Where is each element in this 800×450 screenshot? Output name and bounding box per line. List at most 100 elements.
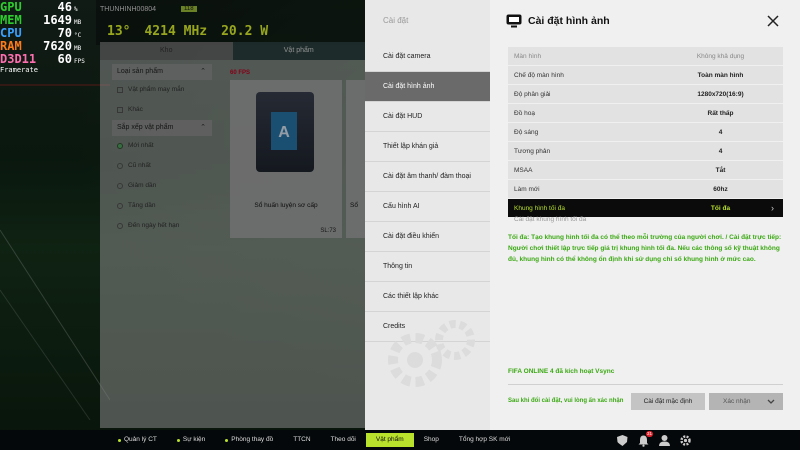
game-screen: GPU 46 % MEM 1649 MB CPU 70 °C RAM 7620 … xyxy=(0,0,800,450)
setting-row-graphics[interactable]: Đồ hoạ Rất thấp xyxy=(508,104,783,122)
setting-row-max-framerate[interactable]: Khung hình tối đa Tối đa › xyxy=(508,199,783,217)
stat-value: 60 xyxy=(57,52,72,66)
menu-item-graphics[interactable]: Cài đặt hình ảnh xyxy=(365,72,490,102)
setting-value: Không khả dụng xyxy=(696,52,745,60)
nav-item-events[interactable]: Sự kiện xyxy=(167,433,215,447)
bell-button[interactable]: 31 xyxy=(637,430,653,447)
gears-watermark-icon xyxy=(388,320,475,387)
stat-name: RAM xyxy=(0,39,22,53)
menu-item-controls[interactable]: Cài đặt điều khiển xyxy=(365,222,490,252)
nav-item-locker-room[interactable]: Phòng thay đồ xyxy=(215,433,283,447)
setting-row-screen-mode[interactable]: Chế độ màn hình Toàn màn hình xyxy=(508,66,783,84)
menu-title: Cài đặt xyxy=(383,16,409,25)
stat-name: CPU xyxy=(0,26,22,40)
setting-row-resolution[interactable]: Độ phân giải 1280x720(16:9) xyxy=(508,85,783,103)
stat-value: 70 xyxy=(57,26,72,40)
setting-label: Làm mới xyxy=(514,185,540,193)
nav-label: Theo dõi xyxy=(330,436,356,443)
setting-label: Độ sáng xyxy=(514,128,539,136)
performance-overlay: GPU 46 % MEM 1649 MB CPU 70 °C RAM 7620 … xyxy=(0,0,96,74)
nav-label: Shop xyxy=(423,436,439,443)
nav-item-items[interactable]: Vật phẩm xyxy=(365,433,414,447)
settings-list: Màn hình Không khả dụng Chế độ màn hình … xyxy=(508,47,783,218)
divider xyxy=(508,384,783,385)
menu-item-hud[interactable]: Cài đặt HUD xyxy=(365,102,490,132)
panel-title: Cài đặt hình ảnh xyxy=(528,15,610,27)
nav-label: TTCN xyxy=(293,436,311,443)
stat-ram: RAM 7620 MB xyxy=(0,39,96,53)
setting-row-msaa[interactable]: MSAA Tắt xyxy=(508,161,783,179)
nav-item-ttcn[interactable]: TTCN xyxy=(283,433,320,447)
setting-value: 60hz xyxy=(713,185,728,193)
bottom-navigation: Quản lý CT Sự kiện Phòng thay đồ TTCN Th… xyxy=(0,430,800,450)
setting-label: Khung hình tối đa xyxy=(514,204,565,212)
nav-label: Phòng thay đồ xyxy=(231,436,274,443)
dot-icon xyxy=(176,438,180,442)
notification-badge: 31 xyxy=(645,430,653,437)
stat-name: GPU xyxy=(0,0,22,14)
setting-value: 1280x720(16:9) xyxy=(697,90,744,98)
dot-icon xyxy=(118,438,121,442)
chevron-right-icon: › xyxy=(771,203,774,213)
close-icon[interactable] xyxy=(766,14,780,28)
menu-item-camera[interactable]: Cài đặt camera xyxy=(365,42,490,72)
setting-value: Tắt xyxy=(715,166,726,174)
menu-item-audience[interactable]: Thiết lập khán giả xyxy=(365,132,490,162)
stat-unit: MB xyxy=(74,45,82,52)
stat-cpu: CPU 70 °C xyxy=(0,26,96,40)
nav-item-follow[interactable]: Theo dõi xyxy=(321,433,366,447)
setting-label: Tương phản xyxy=(514,147,551,155)
graphics-settings-panel: Cài đặt hình ảnh Màn hình Không khả dụng… xyxy=(490,0,800,430)
setting-row-refresh[interactable]: Làm mới 60hz xyxy=(508,180,783,198)
stat-value: 46 xyxy=(57,0,72,14)
vsync-note: FIFA ONLINE 4 đã kích hoạt Vsync xyxy=(508,368,615,375)
stat-unit: °C xyxy=(74,32,82,39)
nav-item-shop[interactable]: Shop xyxy=(414,433,449,447)
setting-value: 4 xyxy=(718,128,723,136)
shield-icon[interactable] xyxy=(616,434,629,447)
setting-label: Chế độ màn hình xyxy=(514,71,564,79)
stat-value: 1649 xyxy=(43,13,72,27)
setting-value: 4 xyxy=(718,147,723,155)
nav-label: Sự kiện xyxy=(182,436,206,443)
nav-label: Vật phẩm xyxy=(375,436,404,443)
description-text: Tối đa: Tạo khung hình tối đa có thể the… xyxy=(508,234,782,263)
menu-item-audio[interactable]: Cài đặt âm thanh/ đàm thoại xyxy=(365,162,490,192)
menu-item-ai[interactable]: Cấu hình AI xyxy=(365,192,490,222)
setting-value: Rất thấp xyxy=(707,109,734,117)
setting-row-contrast[interactable]: Tương phản 4 xyxy=(508,142,783,160)
dot-icon xyxy=(225,438,229,442)
setting-value: Tối đa xyxy=(710,204,731,212)
stat-gpu: GPU 46 % xyxy=(0,0,96,14)
confirm-button[interactable]: Xác nhận xyxy=(709,393,783,410)
default-settings-button[interactable]: Cài đặt mặc định xyxy=(631,393,705,410)
stat-name: D3D11 xyxy=(0,52,37,66)
stat-fps: D3D11 60 FPS xyxy=(0,52,96,66)
setting-value: Toàn màn hình xyxy=(697,71,744,79)
gear-icon[interactable] xyxy=(679,434,692,447)
setting-label: Màn hình xyxy=(514,52,542,60)
nav-icons: 31 xyxy=(616,430,692,450)
stat-unit: FPS xyxy=(74,58,85,65)
setting-row-display: Màn hình Không khả dụng xyxy=(508,47,783,65)
nav-item-manage[interactable]: Quản lý CT xyxy=(108,433,167,447)
menu-item-info[interactable]: Thông tin xyxy=(365,252,490,282)
setting-label: MSAA xyxy=(514,166,533,174)
description-title: Cài đặt khung hình tối đa xyxy=(514,216,587,223)
chevron-down-icon xyxy=(767,399,775,404)
monitor-icon xyxy=(506,14,522,28)
profile-icon[interactable] xyxy=(658,434,671,447)
stat-mem: MEM 1649 MB xyxy=(0,13,96,27)
confirm-hint: Sau khi đổi cài đặt, vui lòng ấn xác nhậ… xyxy=(508,398,624,404)
stat-name: MEM xyxy=(0,13,22,27)
setting-label: Đồ hoạ xyxy=(514,109,535,117)
stat-unit: % xyxy=(74,6,78,13)
setting-row-brightness[interactable]: Độ sáng 4 xyxy=(508,123,783,141)
setting-label: Độ phân giải xyxy=(514,90,551,98)
nav-label: Quản lý CT xyxy=(124,436,157,443)
stat-value: 7620 xyxy=(43,39,72,53)
stat-unit: MB xyxy=(74,19,82,26)
nav-item-new-events[interactable]: Tổng hợp SK mới xyxy=(449,433,521,447)
nav-label: Tổng hợp SK mới xyxy=(458,436,511,443)
framerate-label: Framerate xyxy=(0,66,38,74)
